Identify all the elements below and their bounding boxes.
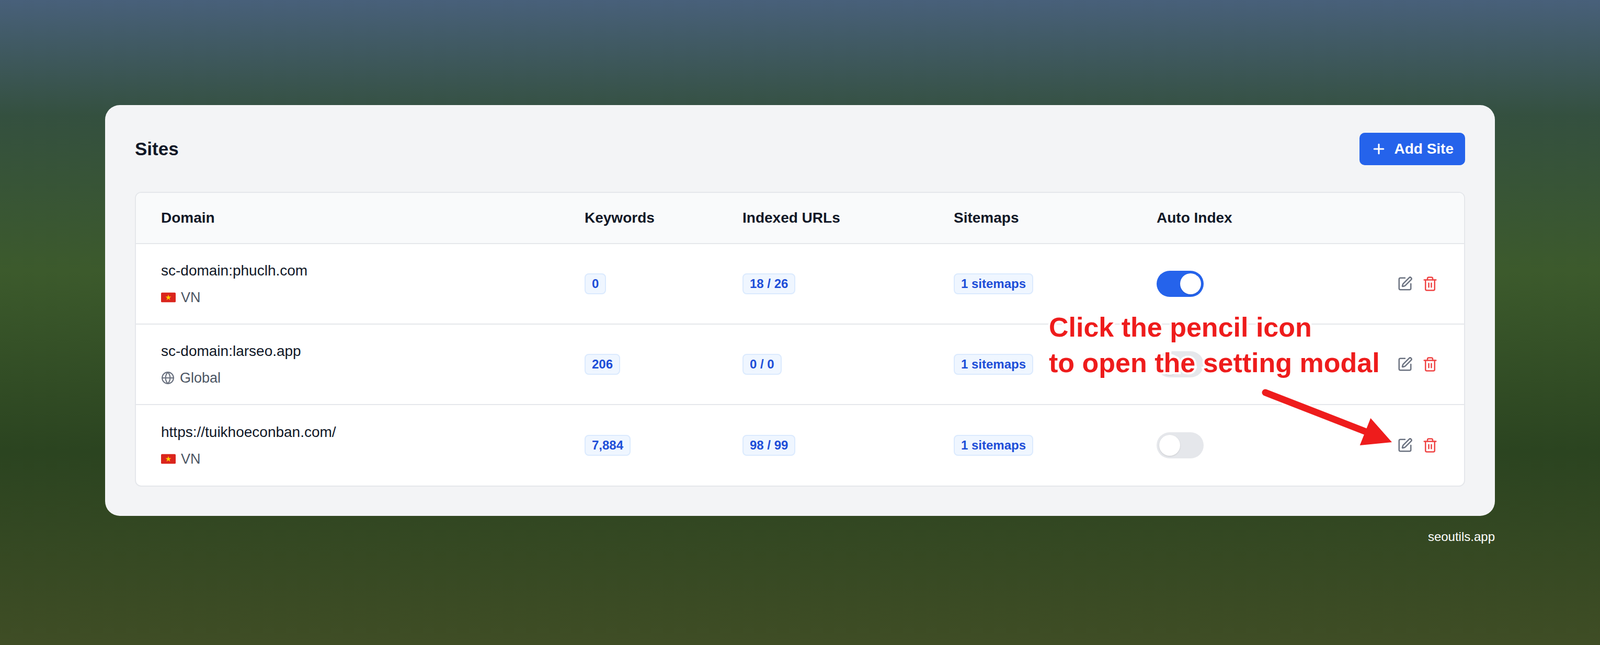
pencil-icon[interactable] <box>1397 437 1413 454</box>
watermark: seoutils.app <box>105 527 1495 547</box>
sitemaps-badge: 1 sitemaps <box>953 435 1034 456</box>
pencil-icon[interactable] <box>1397 276 1413 292</box>
column-header: Keywords <box>584 207 743 230</box>
auto-index-toggle[interactable] <box>1156 432 1204 459</box>
indexed-badge: 0 / 0 <box>742 353 782 375</box>
sitemaps-badge: 1 sitemaps <box>953 353 1034 375</box>
column-header: Indexed URLs <box>742 207 954 230</box>
column-header: Auto Index <box>1156 207 1438 230</box>
auto-index-toggle[interactable] <box>1156 270 1204 297</box>
keywords-badge: 0 <box>584 273 607 295</box>
pencil-icon[interactable] <box>1397 356 1413 373</box>
sites-card: SitesAdd SiteDomainKeywordsIndexed URLsS… <box>105 105 1495 517</box>
arrow-icon <box>1254 381 1407 461</box>
region: VN <box>161 448 585 471</box>
row-actions <box>1397 437 1438 454</box>
row-actions <box>1397 276 1438 292</box>
annotation-text: Click the pencil iconto open the setting… <box>1048 309 1380 381</box>
add-site-button[interactable]: Add Site <box>1359 132 1466 166</box>
row-actions <box>1397 356 1438 373</box>
indexed-badge: 98 / 99 <box>742 435 796 456</box>
plus-icon <box>1370 141 1387 157</box>
trash-icon[interactable] <box>1422 276 1438 292</box>
region: VN <box>161 287 585 309</box>
card-title: Sites <box>134 135 179 164</box>
trash-icon[interactable] <box>1422 356 1438 373</box>
domain-cell: sc-domain:larseo.app Global <box>161 340 585 390</box>
column-header: Sitemaps <box>953 207 1157 230</box>
table-header: DomainKeywordsIndexed URLsSitemapsAuto I… <box>135 192 1465 245</box>
globe-icon <box>161 371 175 385</box>
keywords-badge: 7,884 <box>584 435 631 456</box>
domain-cell: https://tuikhoeconban.com/VN <box>161 421 585 471</box>
sitemaps-badge: 1 sitemaps <box>953 273 1034 295</box>
keywords-badge: 206 <box>584 353 621 375</box>
indexed-badge: 18 / 26 <box>742 273 796 295</box>
column-header: Domain <box>161 207 585 230</box>
page: SitesAdd SiteDomainKeywordsIndexed URLsS… <box>0 0 1600 645</box>
trash-icon[interactable] <box>1422 437 1438 454</box>
domain-name: sc-domain:larseo.app <box>161 340 585 363</box>
domain-name: https://tuikhoeconban.com/ <box>161 421 585 444</box>
domain-cell: sc-domain:phuclh.com VN <box>161 259 585 309</box>
vn-flag-icon <box>161 453 176 465</box>
region: Global <box>161 367 585 390</box>
vn-flag-icon <box>161 292 176 303</box>
domain-name: sc-domain:phuclh.com <box>161 259 585 282</box>
card-header: Sites Add Site <box>134 132 1466 166</box>
table-row: https://tuikhoeconban.com/VN7,884 98 / 99… <box>135 405 1465 486</box>
